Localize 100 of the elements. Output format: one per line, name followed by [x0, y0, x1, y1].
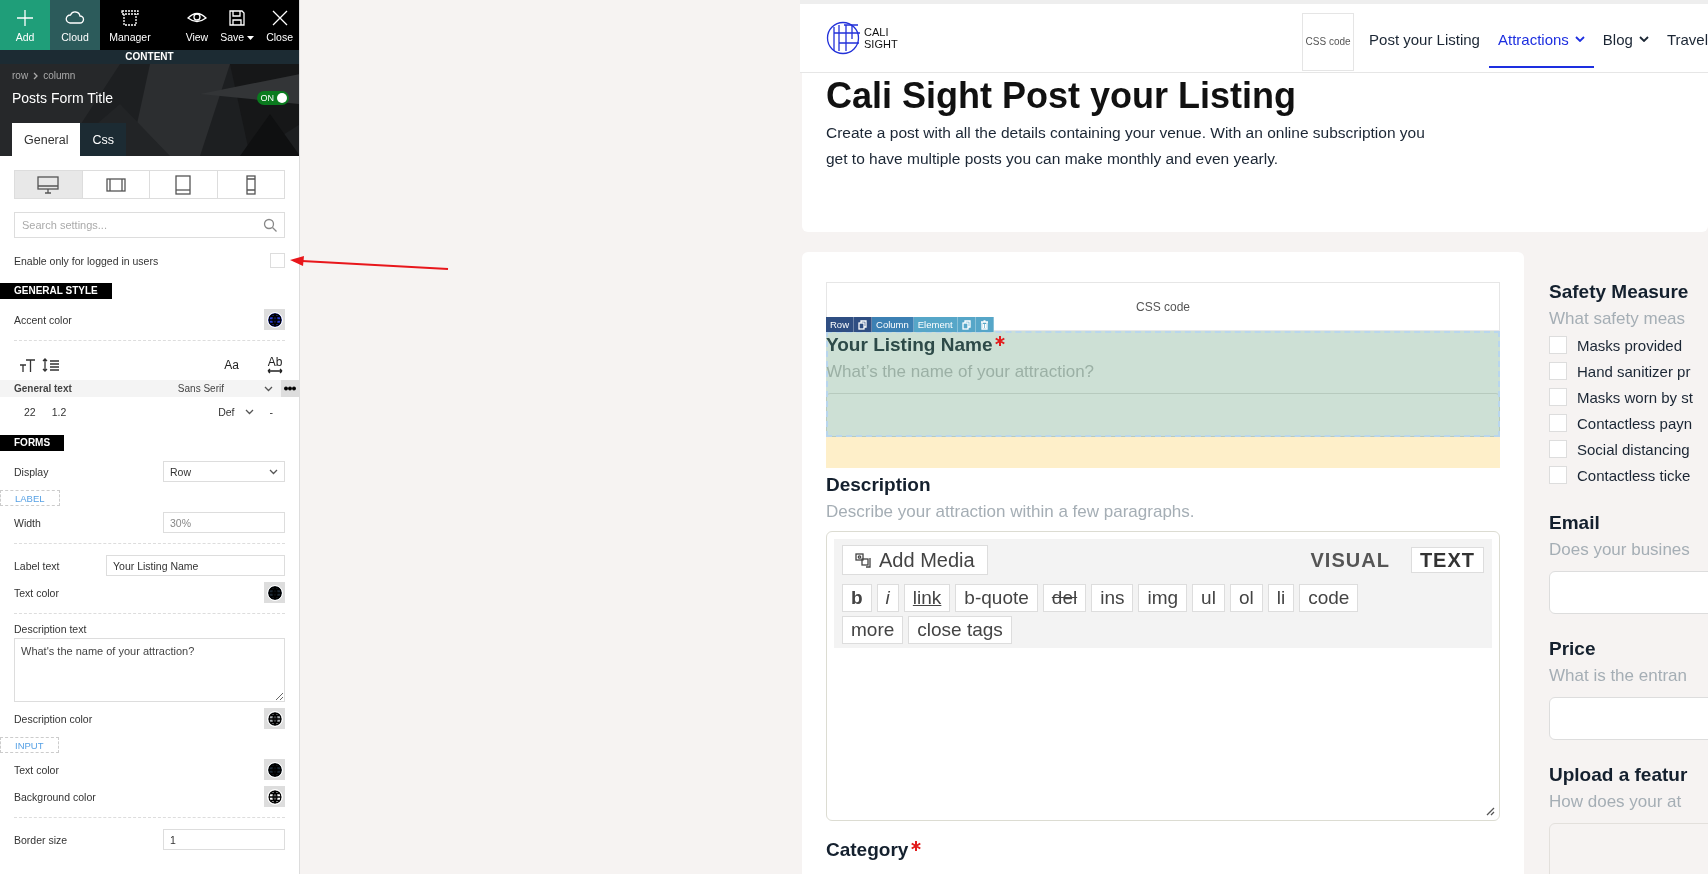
tab[interactable]: Css	[80, 123, 126, 156]
tab[interactable]: General	[12, 123, 81, 156]
input-field[interactable]: 30%	[163, 512, 285, 533]
field-description: Does your busines	[1549, 538, 1691, 561]
text-area[interactable]: What's the name of your attraction?	[14, 638, 285, 702]
input-field[interactable]: Your Listing Name	[106, 555, 285, 576]
device-button[interactable]	[15, 171, 82, 198]
checkbox[interactable]	[1549, 362, 1567, 380]
format-button[interactable]: link	[903, 584, 951, 612]
toolbar-button[interactable]: Manager	[100, 0, 160, 50]
setting-label: Text color	[14, 586, 59, 599]
logo-icon	[826, 21, 860, 55]
toolbar-button[interactable]: View	[179, 0, 215, 50]
resize-handle-icon	[1485, 806, 1495, 816]
checkbox-label: Hand sanitizer pr	[1577, 362, 1691, 380]
setting-label: Description text	[14, 623, 88, 635]
chevron-down-icon	[269, 468, 278, 475]
dropdown[interactable]: Row	[163, 461, 285, 482]
input-field[interactable]	[826, 393, 1500, 437]
setting-label: Accent color	[14, 313, 72, 326]
format-button[interactable]: img	[1138, 584, 1188, 612]
toolbar-button[interactable]: Save	[214, 0, 261, 50]
checkbox[interactable]	[1549, 336, 1567, 354]
field-label: Email	[1549, 511, 1601, 535]
media-icon	[855, 552, 873, 568]
section-heading: GENERAL STYLE	[0, 283, 112, 299]
checkbox-label: Social distancing	[1577, 440, 1690, 458]
setting-label: Label text	[14, 559, 60, 572]
toolbar-button[interactable]: Close	[260, 0, 299, 50]
setting-label: Text color	[14, 763, 59, 776]
font-family-button[interactable]: Aa	[224, 358, 239, 372]
editor-mode-tab[interactable]: VISUAL	[1301, 547, 1399, 573]
format-button[interactable]: ins	[1091, 584, 1134, 612]
format-button[interactable]: ul	[1192, 584, 1225, 612]
section-title: CONTENT	[0, 50, 299, 64]
field-label: Description	[826, 473, 932, 497]
setting-label: Width	[14, 516, 41, 529]
editor-box[interactable]: Add Media VISUAL TEXT b i link b-quote del ins img ul ol li code more close tags	[826, 531, 1500, 821]
copy-button[interactable]	[854, 317, 872, 332]
search-icon	[263, 218, 277, 232]
field-description: What safety meas	[1549, 307, 1687, 330]
letter-spacing-button[interactable]: Ab	[267, 356, 283, 374]
checkbox[interactable]	[1549, 466, 1567, 484]
checkbox-label: Masks provided	[1577, 336, 1683, 354]
format-button[interactable]: code	[1299, 584, 1359, 612]
nav-link[interactable]: Post your Listing	[1360, 12, 1489, 68]
letter-spacing-value[interactable]: -	[269, 406, 273, 418]
format-button[interactable]: close tags	[908, 616, 1012, 644]
intro-text: Create a post with all the details containing your venue. With an online subscription you get to have multiple posts you can make monthly and even yearly.	[826, 123, 1426, 169]
checkbox[interactable]	[270, 253, 285, 268]
nav-link[interactable]: Blog	[1593, 12, 1658, 68]
section-heading: FORMS	[0, 435, 65, 451]
field-description: How does your at	[1549, 790, 1683, 813]
field-label: Your Listing Name	[826, 332, 1500, 358]
font-weight-select[interactable]: Def	[218, 406, 235, 418]
field-label: Upload a featur	[1549, 763, 1689, 787]
group-label: LABEL	[0, 490, 60, 506]
format-button[interactable]: b-quote	[955, 584, 1038, 612]
font-select[interactable]: Sans Serif	[177, 383, 224, 394]
search-field[interactable]: Search settings...	[14, 212, 285, 238]
chevron-down-icon	[264, 385, 273, 392]
line-height-value[interactable]: 1.2	[51, 406, 67, 418]
setting-label: Background color	[14, 790, 96, 803]
checkbox-label: Contactless payn	[1577, 414, 1693, 432]
add-media-button[interactable]: Add Media	[842, 545, 988, 575]
copy-icon	[961, 319, 971, 330]
toolbar-button[interactable]: Cloud	[50, 0, 100, 50]
edit-toolbar-button[interactable]: Column	[872, 317, 914, 332]
font-size-value[interactable]: 22	[24, 406, 36, 418]
breadcrumb-link[interactable]: row	[12, 70, 29, 81]
arrows-icon	[267, 367, 283, 374]
input-field[interactable]	[1549, 571, 1708, 614]
group-label: INPUT	[0, 737, 59, 753]
checkbox[interactable]	[1549, 414, 1567, 432]
css-code-button[interactable]: CSS code	[1302, 12, 1355, 71]
checkbox-label: Contactless ticke	[1577, 466, 1691, 484]
chevron-icon	[33, 71, 39, 80]
nav-link[interactable]: Travel	[1657, 12, 1708, 68]
checkbox[interactable]	[1549, 388, 1567, 406]
chevron-down-icon	[244, 409, 254, 415]
format-button[interactable]: more	[842, 616, 904, 644]
input-field[interactable]: 1	[163, 829, 285, 850]
setting-label: Display	[14, 465, 49, 478]
format-button[interactable]: del	[1042, 584, 1087, 612]
editor-mode-tab[interactable]: TEXT	[1410, 547, 1484, 573]
field-description: What is the entran	[1549, 664, 1688, 687]
format-button[interactable]: i	[876, 584, 899, 612]
checkbox-label: Masks worn by st	[1577, 388, 1693, 406]
edit-toolbar-button[interactable]: Row	[826, 317, 854, 332]
field-label: Category	[826, 837, 1500, 863]
breadcrumb-link[interactable]: column	[43, 70, 76, 81]
format-button[interactable]: b	[842, 584, 872, 612]
format-button[interactable]: li	[1267, 584, 1295, 612]
nav-link[interactable]: Attractions	[1488, 12, 1594, 68]
format-button[interactable]: ol	[1229, 584, 1263, 612]
field-label: Price	[1549, 637, 1597, 661]
checkbox[interactable]	[1549, 440, 1567, 458]
field-description: Describe your attraction within a few paragraphs.	[826, 500, 1196, 523]
input-field[interactable]	[1549, 697, 1708, 740]
desktop-icon	[37, 174, 60, 195]
